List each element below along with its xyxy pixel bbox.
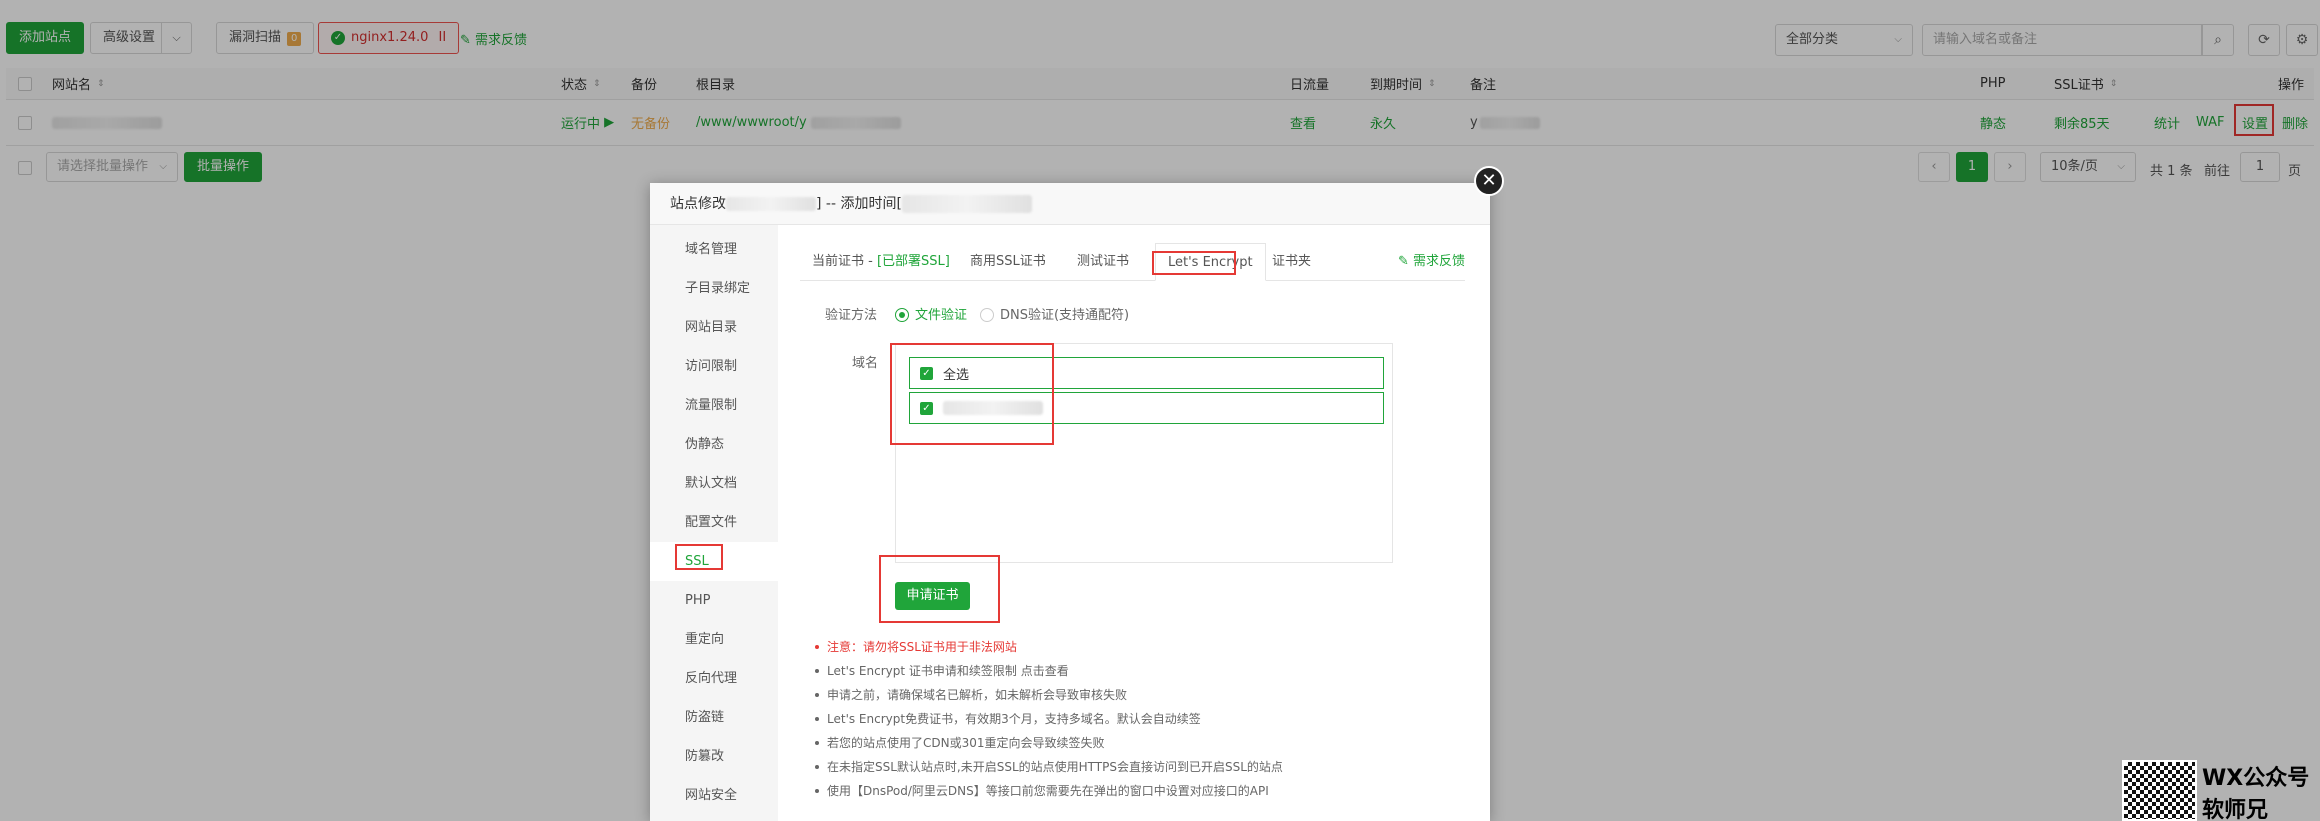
menu-tamper-proof[interactable]: 防篡改 <box>650 737 778 776</box>
domain-row[interactable]: ✓ <box>909 392 1384 424</box>
site-edit-modal: 站点修改 ] -- 添加时间[ 域名管理 子目录绑定 网站目录 访问限制 流量限制… <box>650 183 1490 821</box>
list-item: 注意：请勿将SSL证书用于非法网站 <box>815 635 1475 659</box>
list-item[interactable]: Let's Encrypt 证书申请和续签限制 点击查看 <box>815 659 1475 683</box>
tab-cert-folder[interactable]: 证书夹 <box>1260 243 1323 281</box>
menu-site-dir[interactable]: 网站目录 <box>650 308 778 347</box>
radio-unchecked-icon <box>980 307 994 322</box>
modal-title: 站点修改 ] -- 添加时间[ <box>650 183 1490 225</box>
redacted-text <box>943 401 1043 415</box>
verify-file-radio[interactable]: 文件验证 <box>895 304 967 323</box>
modal-title-prefix: 站点修改 <box>670 196 726 212</box>
domain-label: 域名 <box>852 356 879 371</box>
qr-code-icon <box>2122 760 2197 821</box>
list-item: Let's Encrypt免费证书，有效期3个月，支持多域名。默认会自动续签 <box>815 707 1475 731</box>
menu-php[interactable]: PHP <box>650 581 778 620</box>
verify-dns-label: DNS验证(支持通配符) <box>1000 308 1130 323</box>
feedback-link[interactable]: ✎ 需求反馈 <box>1398 243 1465 281</box>
modal-title-middle: ] -- 添加时间[ <box>816 196 902 212</box>
apply-cert-button[interactable]: 申请证书 <box>895 582 970 610</box>
menu-ssl[interactable]: SSL <box>650 542 778 581</box>
verify-dns-radio[interactable]: DNS验证(支持通配符) <box>980 304 1129 323</box>
select-all-label: 全选 <box>943 367 970 383</box>
menu-subdir[interactable]: 子目录绑定 <box>650 269 778 308</box>
watermark: WX公众号 软师兄 <box>2122 760 2320 821</box>
select-all-row[interactable]: ✓ 全选 <box>909 357 1384 389</box>
tab-commercial-ssl[interactable]: 商用SSL证书 <box>958 243 1058 281</box>
menu-site-security[interactable]: 网站安全 <box>650 776 778 815</box>
tab-test-cert[interactable]: 测试证书 <box>1065 243 1141 281</box>
verify-file-label: 文件验证 <box>915 308 968 323</box>
menu-config-file[interactable]: 配置文件 <box>650 503 778 542</box>
ssl-tabs: 当前证书 - [已部署SSL] 商用SSL证书 测试证书 Let's Encry… <box>800 243 1465 281</box>
menu-redirect[interactable]: 重定向 <box>650 620 778 659</box>
menu-domain[interactable]: 域名管理 <box>650 230 778 269</box>
tab-current-cert[interactable]: 当前证书 - [已部署SSL] <box>800 243 962 281</box>
menu-reverse-proxy[interactable]: 反向代理 <box>650 659 778 698</box>
list-item: 若您的站点使用了CDN或301重定向会导致续签失败 <box>815 731 1475 755</box>
menu-default-doc[interactable]: 默认文档 <box>650 464 778 503</box>
list-item: 申请之前，请确保域名已解析，如未解析会导致审核失败 <box>815 683 1475 707</box>
menu-traffic-limit[interactable]: 流量限制 <box>650 386 778 425</box>
watermark-line2: 软师兄 <box>2202 798 2269 821</box>
tab-letsencrypt[interactable]: Let's Encrypt <box>1155 243 1266 281</box>
verify-method-label: 验证方法 <box>825 308 878 323</box>
domain-list: ✓ 全选 ✓ <box>895 343 1393 563</box>
checkbox-checked-icon: ✓ <box>920 366 933 380</box>
feedback-label: 需求反馈 <box>1412 254 1465 269</box>
tab-current-cert-label: 当前证书 - <box>812 254 877 269</box>
list-item: 使用【DnsPod/阿里云DNS】等接口前您需要先在弹出的窗口中设置对应接口的A… <box>815 779 1475 803</box>
radio-checked-icon <box>895 307 909 322</box>
close-icon[interactable]: ✕ <box>1474 166 1504 196</box>
list-item: 在未指定SSL默认站点时,未开启SSL的站点使用HTTPS会直接访问到已开启SS… <box>815 755 1475 779</box>
notes-list: 注意：请勿将SSL证书用于非法网站 Let's Encrypt 证书申请和续签限… <box>815 635 1475 803</box>
edit-icon: ✎ <box>1397 254 1413 269</box>
modal-side-menu: 域名管理 子目录绑定 网站目录 访问限制 流量限制 伪静态 默认文档 配置文件 … <box>650 225 778 821</box>
menu-hotlink[interactable]: 防盗链 <box>650 698 778 737</box>
redacted-text <box>726 197 816 211</box>
menu-access-limit[interactable]: 访问限制 <box>650 347 778 386</box>
redacted-text <box>901 195 1032 213</box>
checkbox-checked-icon: ✓ <box>920 401 933 415</box>
tab-current-cert-status: [已部署SSL] <box>876 254 950 269</box>
menu-rewrite[interactable]: 伪静态 <box>650 425 778 464</box>
watermark-line1: WX公众号 <box>2202 766 2310 791</box>
